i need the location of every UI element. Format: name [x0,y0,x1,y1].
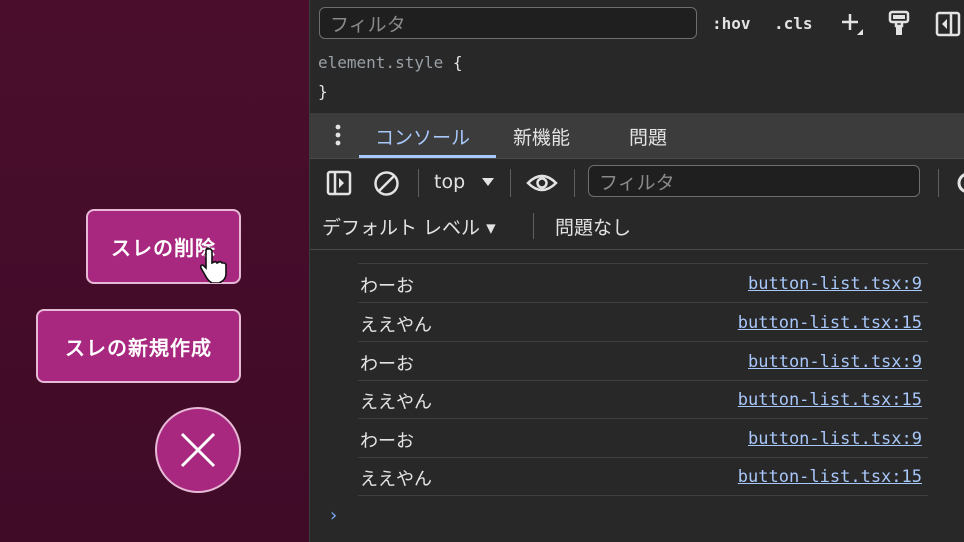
tab-issues[interactable]: 問題 [629,123,667,150]
close-brace: } [318,82,328,101]
toolbar-divider [418,169,419,197]
element-style-rule: element.style { [318,53,463,72]
active-tab-indicator [359,155,496,158]
eye-icon[interactable] [526,171,558,195]
styles-filter-input[interactable]: フィルタ [319,7,697,39]
log-message: わーお [360,276,414,297]
devtools-panel: フィルタ :hov .cls element.style { } コンソール 新… [309,0,964,542]
log-message: わーお [360,431,414,452]
log-source-link[interactable]: button-list.tsx:9 [748,274,922,294]
log-message: ええやん [360,315,432,336]
toolbar-divider [938,169,939,197]
log-row: わーお button-list.tsx:9 [358,264,928,303]
toggle-sidebar-icon[interactable] [935,11,961,37]
log-source-link[interactable]: button-list.tsx:15 [738,313,922,333]
settings-gear-icon[interactable] [956,171,964,195]
cls-toggle[interactable]: .cls [774,14,813,33]
log-source-link[interactable]: button-list.tsx:9 [748,429,922,449]
log-source-link[interactable]: button-list.tsx:15 [738,467,922,487]
console-filter-input[interactable]: フィルタ [588,165,920,197]
context-label: top [434,171,466,193]
log-row: ええやん button-list.tsx:15 [358,457,928,496]
log-row: わーお button-list.tsx:9 [358,419,928,458]
log-row: わーお button-list.tsx:9 [358,342,928,381]
tab-whats-new[interactable]: 新機能 [513,123,570,150]
close-fab-button[interactable] [155,407,241,493]
log-source-link[interactable]: button-list.tsx:9 [748,352,922,372]
open-brace: { [452,53,463,72]
log-row: ええやん button-list.tsx:15 [358,380,928,419]
log-message: ええやん [360,392,432,413]
more-vertical-icon[interactable] [334,123,342,147]
hand-cursor-icon [200,247,227,283]
log-message: ええやん [360,469,432,490]
toolbar-divider [510,169,511,197]
element-style-selector: element.style [318,53,444,72]
close-icon [180,432,216,468]
tab-console[interactable]: コンソール [375,123,470,150]
sidebar-toggle-icon[interactable] [326,170,352,196]
context-selector[interactable]: top [434,171,495,193]
console-prompt[interactable]: › [330,505,337,526]
log-message: わーお [360,354,414,375]
app-panel: スレの削除 スレの新規作成 [0,0,309,542]
log-row-clipped [358,226,928,264]
toolbar-divider [574,169,575,197]
log-source-link[interactable]: button-list.tsx:15 [738,390,922,410]
new-thread-button[interactable]: スレの新規作成 [36,309,241,383]
drawer-tabbar: コンソール 新機能 問題 [310,113,964,159]
log-row: ええやん button-list.tsx:15 [358,303,928,342]
new-style-rule-icon[interactable] [839,11,865,37]
paint-brush-icon[interactable] [888,10,910,38]
hov-toggle[interactable]: :hov [712,14,751,33]
clear-console-icon[interactable] [373,170,400,197]
dropdown-arrow-icon [482,178,495,186]
